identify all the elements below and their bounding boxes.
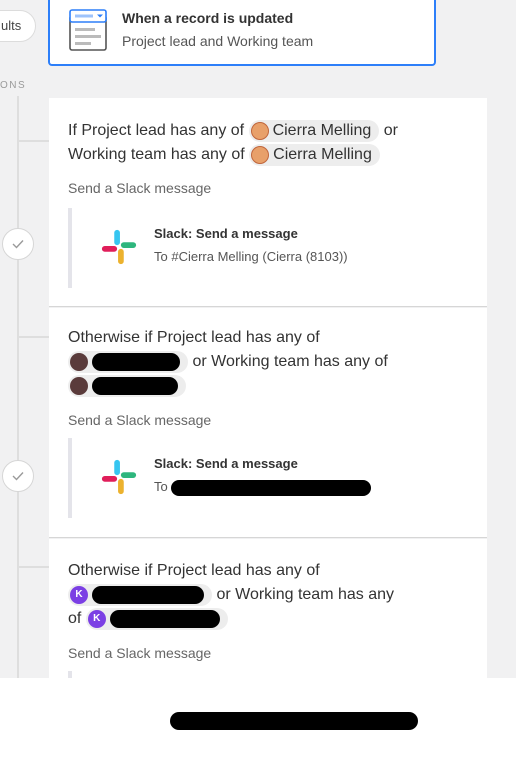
condition-prefix: Otherwise if Project lead has any of	[68, 562, 320, 579]
action-label: Send a Slack message	[68, 412, 212, 428]
flow-connector	[17, 140, 49, 142]
redacted-name	[92, 376, 178, 395]
user-chip[interactable]: K	[85, 607, 228, 630]
user-chip[interactable]	[68, 374, 186, 397]
trigger-card[interactable]: When a record is updated Project lead an…	[48, 0, 436, 66]
avatar	[250, 121, 269, 140]
action-label: Send a Slack message	[68, 180, 212, 196]
condition-joiner: or Working team has any of	[192, 353, 388, 370]
record-form-icon	[68, 4, 108, 52]
flow-connector	[17, 336, 49, 338]
condition-joiner: of	[68, 610, 82, 627]
condition-joiner: or Working team has any	[216, 586, 395, 603]
section-label: ONS	[0, 80, 27, 91]
slack-action[interactable]: Slack: Send a message To	[68, 438, 478, 518]
condition-joiner: or	[383, 122, 398, 139]
user-chip-label: Cierra Melling	[273, 145, 372, 163]
condition-prefix: Otherwise if Project lead has any of	[68, 329, 320, 346]
blank-area	[0, 678, 516, 782]
condition-text: Otherwise if Project lead has any of K o…	[68, 559, 478, 631]
flow-connector	[17, 566, 49, 568]
redacted-channel	[171, 479, 372, 496]
user-chip-label: Cierra Melling	[272, 121, 372, 139]
redacted-name	[92, 352, 180, 371]
user-chip[interactable]	[68, 350, 188, 373]
condition-field: Working team has any of	[68, 146, 245, 163]
automation-canvas: ults ONS When a record is updated Projec…	[0, 0, 516, 678]
slack-icon	[101, 229, 137, 265]
step-complete-check-icon	[2, 228, 34, 260]
avatar	[251, 145, 270, 164]
action-label: Send a Slack message	[68, 645, 212, 661]
flow-line	[17, 96, 19, 678]
condition-card[interactable]: If Project lead has any of Cierra Mellin…	[49, 98, 487, 307]
action-title: Slack: Send a message	[154, 456, 298, 471]
redacted-text	[170, 712, 418, 730]
trigger-title: When a record is updated	[122, 10, 294, 26]
action-title: Slack: Send a message	[154, 226, 298, 241]
slack-action[interactable]: Slack: Send a message To #Cierra Melling…	[68, 208, 478, 288]
condition-card[interactable]: Otherwise if Project lead has any of K o…	[49, 539, 487, 678]
action-target-prefix: To	[154, 479, 168, 494]
avatar	[70, 352, 88, 371]
avatar: K	[87, 609, 106, 628]
slack-icon	[101, 459, 137, 495]
slack-action[interactable]	[68, 671, 478, 678]
user-chip[interactable]: Cierra Melling	[248, 119, 380, 142]
condition-prefix: If Project lead has any of	[68, 122, 245, 139]
action-target: To	[154, 479, 372, 496]
results-tab[interactable]: ults	[0, 10, 36, 42]
step-complete-check-icon	[2, 460, 34, 492]
redacted-name	[109, 609, 220, 628]
avatar: K	[70, 585, 88, 604]
condition-card[interactable]: Otherwise if Project lead has any of or …	[49, 308, 487, 538]
action-target: To #Cierra Melling (Cierra (8103))	[154, 249, 348, 264]
trigger-subtitle: Project lead and Working team	[122, 33, 314, 49]
condition-text: If Project lead has any of Cierra Mellin…	[68, 119, 478, 167]
redacted-name	[92, 585, 204, 604]
avatar	[70, 376, 88, 395]
condition-text: Otherwise if Project lead has any of or …	[68, 326, 478, 398]
user-chip[interactable]: Cierra Melling	[249, 143, 380, 166]
user-chip[interactable]: K	[68, 583, 212, 606]
